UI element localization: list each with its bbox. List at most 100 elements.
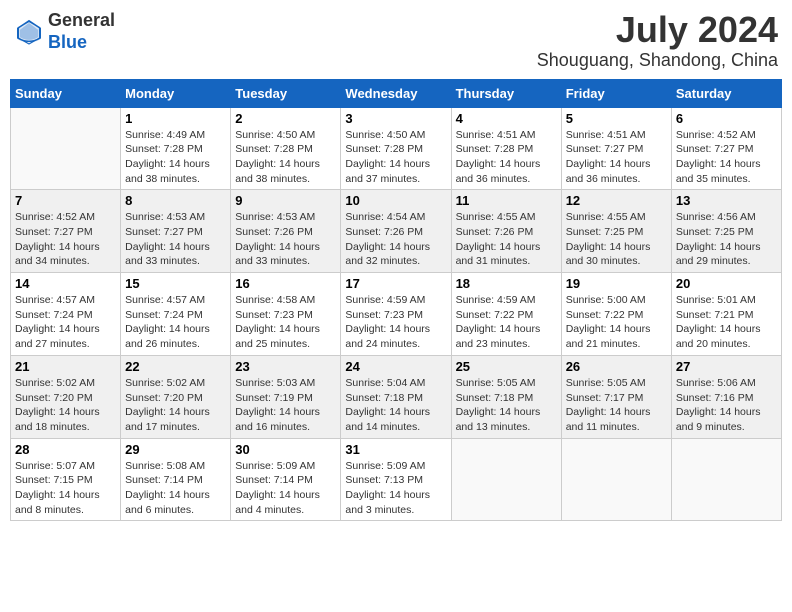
day-info: Sunrise: 4:56 AM Sunset: 7:25 PM Dayligh…: [676, 210, 777, 269]
calendar-header-thursday: Thursday: [451, 79, 561, 107]
calendar-cell: [561, 438, 671, 521]
calendar-cell: 29Sunrise: 5:08 AM Sunset: 7:14 PM Dayli…: [121, 438, 231, 521]
calendar-cell: 27 Sunrise: 5:06 AM Sunset: 7:16 PM Dayli…: [671, 355, 781, 438]
day-number: 11: [456, 193, 557, 208]
day-number: 23: [235, 359, 336, 374]
day-info: Sunrise: 4:51 AM Sunset: 7:28 PM Dayligh…: [456, 128, 557, 187]
day-info: Sunrise: 4:52 AM Sunset: 7:27 PM Dayligh…: [15, 210, 116, 269]
day-info: Sunrise: 4:53 AM Sunset: 7:26 PM Dayligh…: [235, 210, 336, 269]
day-number: 24: [345, 359, 446, 374]
calendar-header-tuesday: Tuesday: [231, 79, 341, 107]
calendar-header-sunday: Sunday: [11, 79, 121, 107]
day-number: 14: [15, 276, 116, 291]
calendar-cell: 5 Sunrise: 4:51 AM Sunset: 7:27 PM Daylig…: [561, 107, 671, 190]
day-number: 15: [125, 276, 226, 291]
day-info: Sunrise: 5:09 AM Sunset: 7:13 PM Dayligh…: [345, 459, 446, 518]
calendar-cell: 2Sunrise: 4:50 AM Sunset: 7:28 PM Daylig…: [231, 107, 341, 190]
calendar-week-row: 28 Sunrise: 5:07 AM Sunset: 7:15 PM Dayli…: [11, 438, 782, 521]
calendar-cell: 23 Sunrise: 5:03 AM Sunset: 7:19 PM Dayli…: [231, 355, 341, 438]
calendar-cell: 14 Sunrise: 4:57 AM Sunset: 7:24 PM Dayli…: [11, 273, 121, 356]
day-info: Sunrise: 5:02 AM Sunset: 7:20 PM Dayligh…: [15, 376, 116, 435]
location-title: Shouguang, Shandong, China: [537, 50, 778, 71]
day-number: 19: [566, 276, 667, 291]
calendar-cell: 30 Sunrise: 5:09 AM Sunset: 7:14 PM Dayli…: [231, 438, 341, 521]
day-info: Sunrise: 5:09 AM Sunset: 7:14 PM Dayligh…: [235, 459, 336, 518]
calendar-cell: [451, 438, 561, 521]
calendar-cell: 24 Sunrise: 5:04 AM Sunset: 7:18 PM Dayli…: [341, 355, 451, 438]
day-number: 7: [15, 193, 116, 208]
calendar-cell: 20Sunrise: 5:01 AM Sunset: 7:21 PM Dayli…: [671, 273, 781, 356]
calendar-week-row: 14 Sunrise: 4:57 AM Sunset: 7:24 PM Dayli…: [11, 273, 782, 356]
day-info: Sunrise: 4:59 AM Sunset: 7:23 PM Dayligh…: [345, 293, 446, 352]
calendar-header-monday: Monday: [121, 79, 231, 107]
day-number: 3: [345, 111, 446, 126]
day-number: 25: [456, 359, 557, 374]
day-info: Sunrise: 5:00 AM Sunset: 7:22 PM Dayligh…: [566, 293, 667, 352]
day-number: 10: [345, 193, 446, 208]
day-info: Sunrise: 4:57 AM Sunset: 7:24 PM Dayligh…: [15, 293, 116, 352]
calendar-cell: 11Sunrise: 4:55 AM Sunset: 7:26 PM Dayli…: [451, 190, 561, 273]
calendar-table: SundayMondayTuesdayWednesdayThursdayFrid…: [10, 79, 782, 522]
day-info: Sunrise: 4:55 AM Sunset: 7:25 PM Dayligh…: [566, 210, 667, 269]
day-info: Sunrise: 5:06 AM Sunset: 7:16 PM Dayligh…: [676, 376, 777, 435]
calendar-cell: 13 Sunrise: 4:56 AM Sunset: 7:25 PM Dayli…: [671, 190, 781, 273]
calendar-cell: [11, 107, 121, 190]
day-info: Sunrise: 4:59 AM Sunset: 7:22 PM Dayligh…: [456, 293, 557, 352]
day-number: 9: [235, 193, 336, 208]
day-number: 8: [125, 193, 226, 208]
calendar-cell: 18Sunrise: 4:59 AM Sunset: 7:22 PM Dayli…: [451, 273, 561, 356]
day-info: Sunrise: 5:01 AM Sunset: 7:21 PM Dayligh…: [676, 293, 777, 352]
title-section: July 2024 Shouguang, Shandong, China: [537, 10, 778, 71]
day-info: Sunrise: 4:50 AM Sunset: 7:28 PM Dayligh…: [345, 128, 446, 187]
day-number: 22: [125, 359, 226, 374]
calendar-cell: 6Sunrise: 4:52 AM Sunset: 7:27 PM Daylig…: [671, 107, 781, 190]
calendar-cell: 9 Sunrise: 4:53 AM Sunset: 7:26 PM Daylig…: [231, 190, 341, 273]
day-info: Sunrise: 4:52 AM Sunset: 7:27 PM Dayligh…: [676, 128, 777, 187]
day-number: 28: [15, 442, 116, 457]
calendar-cell: 7 Sunrise: 4:52 AM Sunset: 7:27 PM Daylig…: [11, 190, 121, 273]
calendar-cell: 31 Sunrise: 5:09 AM Sunset: 7:13 PM Dayli…: [341, 438, 451, 521]
day-number: 13: [676, 193, 777, 208]
calendar-header-friday: Friday: [561, 79, 671, 107]
day-info: Sunrise: 5:08 AM Sunset: 7:14 PM Dayligh…: [125, 459, 226, 518]
calendar-week-row: 21 Sunrise: 5:02 AM Sunset: 7:20 PM Dayli…: [11, 355, 782, 438]
page-header: General Blue July 2024 Shouguang, Shando…: [10, 10, 782, 71]
day-info: Sunrise: 5:05 AM Sunset: 7:17 PM Dayligh…: [566, 376, 667, 435]
day-info: Sunrise: 4:58 AM Sunset: 7:23 PM Dayligh…: [235, 293, 336, 352]
day-info: Sunrise: 4:57 AM Sunset: 7:24 PM Dayligh…: [125, 293, 226, 352]
day-info: Sunrise: 5:04 AM Sunset: 7:18 PM Dayligh…: [345, 376, 446, 435]
calendar-cell: 21 Sunrise: 5:02 AM Sunset: 7:20 PM Dayli…: [11, 355, 121, 438]
day-info: Sunrise: 4:53 AM Sunset: 7:27 PM Dayligh…: [125, 210, 226, 269]
day-info: Sunrise: 5:02 AM Sunset: 7:20 PM Dayligh…: [125, 376, 226, 435]
calendar-week-row: 7 Sunrise: 4:52 AM Sunset: 7:27 PM Daylig…: [11, 190, 782, 273]
calendar-cell: 3 Sunrise: 4:50 AM Sunset: 7:28 PM Daylig…: [341, 107, 451, 190]
calendar-cell: 19 Sunrise: 5:00 AM Sunset: 7:22 PM Dayli…: [561, 273, 671, 356]
calendar-cell: 28 Sunrise: 5:07 AM Sunset: 7:15 PM Dayli…: [11, 438, 121, 521]
day-number: 26: [566, 359, 667, 374]
day-number: 31: [345, 442, 446, 457]
calendar-cell: 15 Sunrise: 4:57 AM Sunset: 7:24 PM Dayli…: [121, 273, 231, 356]
calendar-week-row: 1Sunrise: 4:49 AM Sunset: 7:28 PM Daylig…: [11, 107, 782, 190]
day-number: 4: [456, 111, 557, 126]
day-number: 21: [15, 359, 116, 374]
calendar-cell: [671, 438, 781, 521]
calendar-cell: 10 Sunrise: 4:54 AM Sunset: 7:26 PM Dayli…: [341, 190, 451, 273]
calendar-cell: 4 Sunrise: 4:51 AM Sunset: 7:28 PM Daylig…: [451, 107, 561, 190]
calendar-cell: 17Sunrise: 4:59 AM Sunset: 7:23 PM Dayli…: [341, 273, 451, 356]
day-number: 5: [566, 111, 667, 126]
calendar-cell: 1Sunrise: 4:49 AM Sunset: 7:28 PM Daylig…: [121, 107, 231, 190]
calendar-cell: 22 Sunrise: 5:02 AM Sunset: 7:20 PM Dayli…: [121, 355, 231, 438]
day-number: 1: [125, 111, 226, 126]
calendar-cell: 25Sunrise: 5:05 AM Sunset: 7:18 PM Dayli…: [451, 355, 561, 438]
calendar-cell: 8 Sunrise: 4:53 AM Sunset: 7:27 PM Daylig…: [121, 190, 231, 273]
calendar-header-row: SundayMondayTuesdayWednesdayThursdayFrid…: [11, 79, 782, 107]
day-number: 30: [235, 442, 336, 457]
day-number: 27: [676, 359, 777, 374]
day-info: Sunrise: 5:03 AM Sunset: 7:19 PM Dayligh…: [235, 376, 336, 435]
day-info: Sunrise: 4:51 AM Sunset: 7:27 PM Dayligh…: [566, 128, 667, 187]
day-info: Sunrise: 4:54 AM Sunset: 7:26 PM Dayligh…: [345, 210, 446, 269]
day-number: 2: [235, 111, 336, 126]
calendar-header-wednesday: Wednesday: [341, 79, 451, 107]
day-info: Sunrise: 5:07 AM Sunset: 7:15 PM Dayligh…: [15, 459, 116, 518]
calendar-cell: 26 Sunrise: 5:05 AM Sunset: 7:17 PM Dayli…: [561, 355, 671, 438]
